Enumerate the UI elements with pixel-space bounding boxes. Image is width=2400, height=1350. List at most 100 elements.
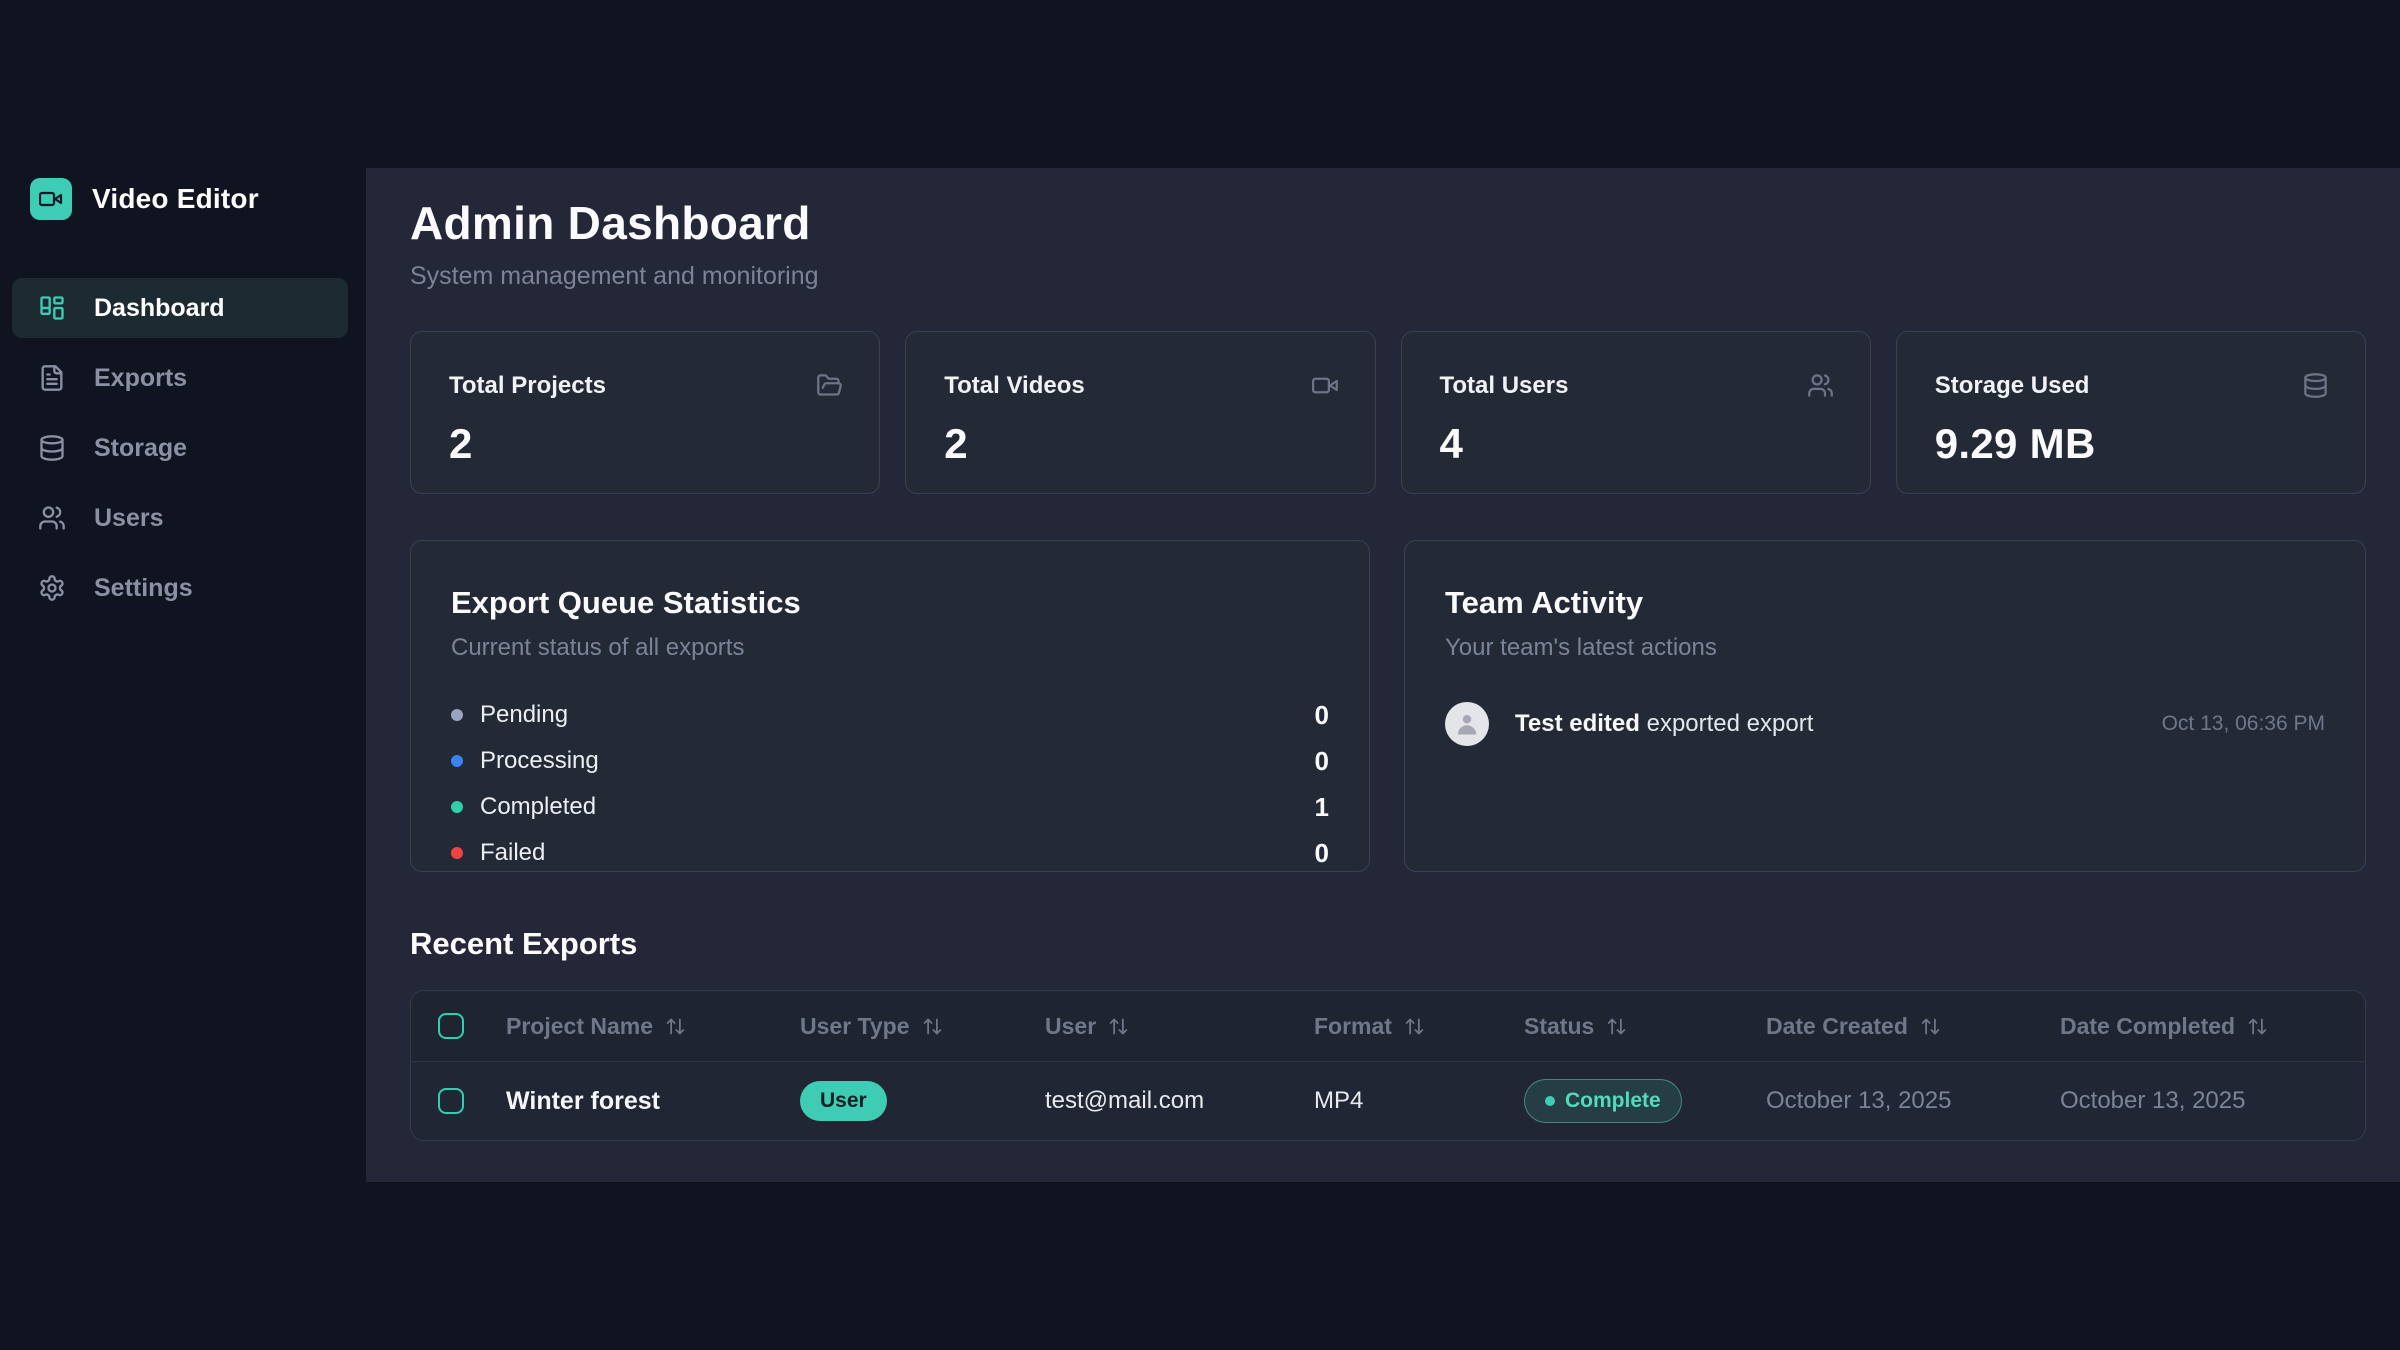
recent-exports-table: Project Name User Type User Format Statu… [410, 990, 2366, 1141]
completed-dot-icon [451, 801, 463, 813]
sidebar-item-users[interactable]: Users [12, 488, 348, 548]
cell-user-email: test@mail.com [1045, 1087, 1314, 1115]
sort-arrows-icon [1606, 1016, 1627, 1037]
stat-card-total-projects: Total Projects 2 [410, 331, 880, 494]
table-row[interactable]: Winter forest User test@mail.com MP4 Com… [411, 1062, 2365, 1140]
database-icon [38, 434, 66, 462]
export-queue-list: Pending 0 Processing 0 Completed [451, 692, 1329, 876]
video-camera-icon [1312, 372, 1339, 399]
page-subtitle: System management and monitoring [410, 262, 2366, 291]
database-icon [2302, 372, 2329, 399]
queue-row-completed: Completed 1 [451, 784, 1329, 830]
stat-label: Total Users [1440, 372, 1569, 400]
queue-value: 0 [1315, 746, 1329, 777]
column-label: Date Completed [2060, 1013, 2235, 1040]
column-header-format[interactable]: Format [1314, 1013, 1524, 1040]
export-queue-title: Export Queue Statistics [451, 585, 1329, 621]
failed-dot-icon [451, 847, 463, 859]
cell-date-created: October 13, 2025 [1766, 1087, 2060, 1115]
sort-arrows-icon [2247, 1016, 2268, 1037]
column-label: Status [1524, 1013, 1594, 1040]
queue-label: Failed [480, 839, 545, 867]
stat-cards-row: Total Projects 2 Total Videos 2 Total Us… [410, 331, 2366, 494]
pending-dot-icon [451, 709, 463, 721]
sidebar-item-exports[interactable]: Exports [12, 348, 348, 408]
stat-value: 2 [449, 420, 843, 468]
column-header-date-completed[interactable]: Date Completed [2060, 1013, 2365, 1040]
status-label: Complete [1565, 1089, 1661, 1113]
queue-label: Completed [480, 793, 596, 821]
status-dot-icon [1545, 1096, 1555, 1106]
stat-card-total-videos: Total Videos 2 [905, 331, 1375, 494]
team-activity-title: Team Activity [1445, 585, 2325, 621]
column-header-status[interactable]: Status [1524, 1013, 1766, 1040]
stat-value: 4 [1440, 420, 1834, 468]
page-title: Admin Dashboard [410, 196, 2366, 250]
column-label: Format [1314, 1013, 1392, 1040]
row-checkbox[interactable] [438, 1088, 464, 1114]
main-content: Admin Dashboard System management and mo… [366, 168, 2400, 1182]
activity-timestamp: Oct 13, 06:36 PM [2162, 712, 2325, 736]
app-name: Video Editor [92, 183, 259, 215]
team-activity-card: Team Activity Your team's latest actions… [1404, 540, 2366, 872]
sort-arrows-icon [1920, 1016, 1941, 1037]
export-queue-subtitle: Current status of all exports [451, 634, 1329, 662]
gear-icon [38, 574, 66, 602]
column-header-project-name[interactable]: Project Name [506, 1013, 800, 1040]
sidebar: Video Editor Dashboard Exports Storage U… [0, 0, 366, 1350]
stat-label: Total Videos [944, 372, 1084, 400]
sidebar-nav: Dashboard Exports Storage Users Settings [0, 278, 366, 618]
activity-actor: Test edited [1515, 710, 1640, 737]
users-icon [1807, 372, 1834, 399]
sidebar-item-label: Dashboard [94, 294, 225, 323]
processing-dot-icon [451, 755, 463, 767]
stat-label: Total Projects [449, 372, 606, 400]
column-header-user-type[interactable]: User Type [800, 1013, 1045, 1040]
users-icon [38, 504, 66, 532]
stat-card-total-users: Total Users 4 [1401, 331, 1871, 494]
sidebar-item-storage[interactable]: Storage [12, 418, 348, 478]
queue-value: 0 [1315, 838, 1329, 869]
activity-item: Test edited exported export Oct 13, 06:3… [1445, 702, 2325, 746]
sidebar-item-label: Exports [94, 364, 187, 393]
queue-value: 1 [1315, 792, 1329, 823]
stat-value: 2 [944, 420, 1338, 468]
user-type-badge: User [800, 1081, 887, 1121]
queue-row-failed: Failed 0 [451, 830, 1329, 876]
queue-label: Processing [480, 747, 599, 775]
column-label: User Type [800, 1013, 910, 1040]
cell-date-completed: October 13, 2025 [2060, 1087, 2365, 1115]
column-label: Date Created [1766, 1013, 1908, 1040]
cell-status: Complete [1524, 1079, 1766, 1123]
column-label: Project Name [506, 1013, 653, 1040]
sidebar-item-label: Settings [94, 574, 193, 603]
status-badge: Complete [1524, 1079, 1682, 1123]
cell-user-type: User [800, 1081, 1045, 1121]
folder-open-icon [816, 372, 843, 399]
stat-value: 9.29 MB [1935, 420, 2329, 468]
sort-arrows-icon [922, 1016, 943, 1037]
sidebar-item-label: Storage [94, 434, 187, 463]
team-activity-subtitle: Your team's latest actions [1445, 634, 2325, 662]
queue-row-pending: Pending 0 [451, 692, 1329, 738]
stat-label: Storage Used [1935, 372, 2090, 400]
activity-action: exported export [1647, 710, 1814, 737]
cell-format: MP4 [1314, 1087, 1524, 1115]
sidebar-item-label: Users [94, 504, 164, 533]
avatar [1445, 702, 1489, 746]
dashboard-grid-icon [38, 294, 66, 322]
column-header-user[interactable]: User [1045, 1013, 1314, 1040]
sort-arrows-icon [1108, 1016, 1129, 1037]
recent-exports-title: Recent Exports [410, 926, 2366, 962]
stat-card-storage-used: Storage Used 9.29 MB [1896, 331, 2366, 494]
queue-label: Pending [480, 701, 568, 729]
select-all-checkbox[interactable] [438, 1013, 464, 1039]
export-queue-card: Export Queue Statistics Current status o… [410, 540, 1370, 872]
column-header-date-created[interactable]: Date Created [1766, 1013, 2060, 1040]
app-logo: Video Editor [30, 178, 366, 220]
document-icon [38, 364, 66, 392]
cell-project-name: Winter forest [506, 1087, 800, 1116]
sidebar-item-dashboard[interactable]: Dashboard [12, 278, 348, 338]
sort-arrows-icon [1404, 1016, 1425, 1037]
sidebar-item-settings[interactable]: Settings [12, 558, 348, 618]
